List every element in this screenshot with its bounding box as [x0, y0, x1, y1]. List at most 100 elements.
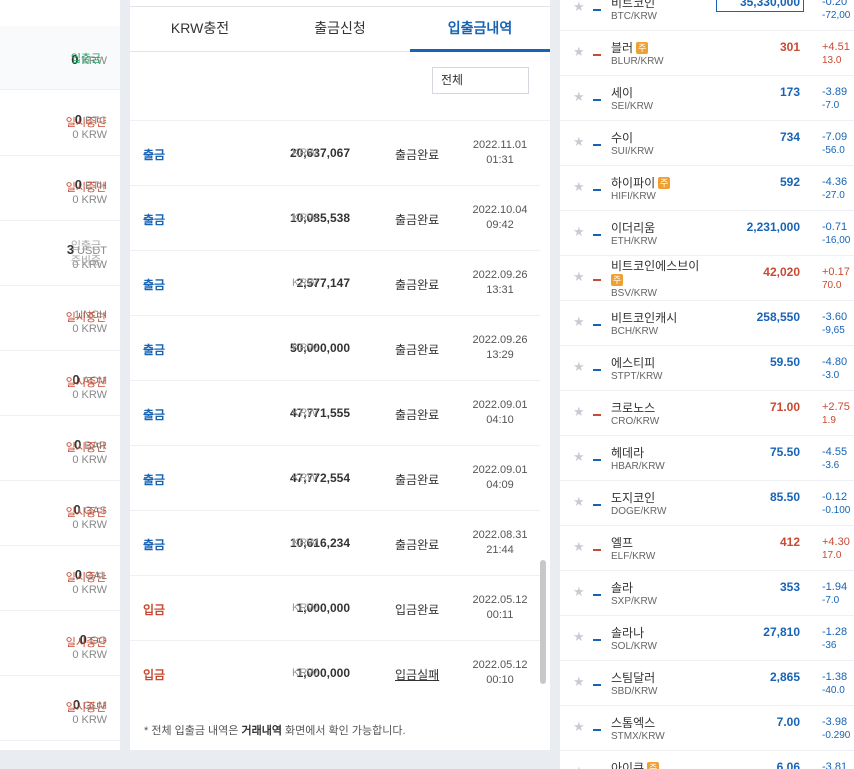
transaction-status: 출금완료 [395, 213, 440, 227]
market-row[interactable]: ★ 엘프 ELF/KRW 412 +4.30 17.0 [560, 526, 854, 571]
market-row[interactable]: ★ 헤데라 HBAR/KRW 75.50 -4.55 -3.6 [560, 436, 854, 481]
transaction-date: 2022.09.26 [472, 269, 528, 281]
coin-price: 734 [779, 130, 800, 144]
favorite-star-icon[interactable]: ★ [573, 629, 585, 645]
coin-change-rate: +0.17 [822, 266, 850, 278]
market-row[interactable]: ★ 비트코인에스브이 주 BSV/KRW 42,020 +0.17 70.0 [560, 256, 854, 301]
coin-change: +2.75 1.9 [822, 400, 850, 428]
trend-mark-icon [593, 54, 601, 56]
market-row[interactable]: ★ 에스티피 STPT/KRW 59.50 -4.80 -3.0 [560, 346, 854, 391]
market-row[interactable]: ★ 수이 SUI/KRW 734 -7.09 -56.0 [560, 121, 854, 166]
transaction-amount: 1,000,000 [296, 601, 350, 615]
balance-row[interactable]: 1INCH 0 KRW 일시중단 [0, 287, 120, 351]
transaction-row[interactable]: 출금 50,000,000 KRW 출금완료 2022.09.26 13:29 [130, 316, 540, 381]
coin-change-amount: -72,00 [822, 10, 851, 21]
favorite-star-icon[interactable]: ★ [573, 494, 585, 510]
coin-change-rate: -0.20 [822, 0, 848, 8]
coin-change-amount: -0.100 [822, 505, 851, 516]
transaction-row[interactable]: 입금 1,000,000 KRW 입금실패 2022.05.12 00:10 [130, 641, 540, 705]
balance-row[interactable]: 0 BAR 0 KRW 일시중단 [0, 417, 120, 481]
transaction-row[interactable]: 출금 20,637,067 KRW 출금완료 2022.11.01 01:31 [130, 121, 540, 186]
transaction-amount: 10,616,234 [289, 536, 350, 550]
coin-name: 엘프 [611, 534, 633, 551]
market-row[interactable]: ★ 스톰엑스 STMX/KRW 7.00 -3.98 -0.290 [560, 706, 854, 751]
transaction-amount: 20,637,067 [289, 146, 350, 160]
market-row[interactable]: ★ 도지코인 DOGE/KRW 85.50 -0.12 -0.100 [560, 481, 854, 526]
balance-row[interactable]: 0 ACM 0 KRW 일시중단 [0, 352, 120, 416]
trend-mark-icon [593, 99, 601, 101]
balance-row[interactable]: 3 USDT 0 KRW 입출금 준비중 [0, 222, 120, 286]
market-row[interactable]: ★ 스팀달러 SBD/KRW 2,865 -1.38 -40.0 [560, 661, 854, 706]
transaction-currency: KRW [292, 212, 318, 224]
transaction-row[interactable]: 출금 10,085,538 KRW 출금완료 2022.10.04 09:42 [130, 186, 540, 251]
market-row[interactable]: ★ 아이큐주 6.06 -3.81 [560, 751, 854, 769]
market-row[interactable]: ★ 블러 주 BLUR/KRW 301 +4.51 13.0 [560, 31, 854, 76]
favorite-star-icon[interactable]: ★ [573, 44, 585, 60]
transaction-status[interactable]: 입금실패 [395, 666, 439, 683]
coin-change-amount: -7.0 [822, 595, 840, 606]
tab-krw-deposit[interactable]: KRW충전 [130, 7, 270, 52]
market-row[interactable]: ★ 세이 SEI/KRW 173 -3.89 -7.0 [560, 76, 854, 121]
favorite-star-icon[interactable]: ★ [573, 89, 585, 105]
filter-row: 전체 [130, 52, 550, 121]
coin-change: +0.17 70.0 [822, 265, 850, 293]
favorite-star-icon[interactable]: ★ [573, 359, 585, 375]
coin-name-text: 이더리움 [611, 221, 656, 235]
deposit-withdraw-panel: KRW충전 출금신청 입출금내역 전체 출금 20,637,067 KRW 출금완료 2… [130, 0, 550, 750]
trend-mark-icon [593, 279, 601, 281]
balance-status: 일시중단 [65, 182, 107, 194]
transaction-row[interactable]: 출금 47,772,554 KRW 출금완료 2022.09.01 04:09 [130, 446, 540, 511]
tab-withdraw-request[interactable]: 출금신청 [270, 7, 410, 52]
transaction-row[interactable]: 입금 1,000,000 KRW 입금완료 2022.05.12 00:11 [130, 576, 540, 641]
balance-row[interactable]: 0 GO 0 KRW 일시중단 [0, 612, 120, 676]
favorite-star-icon[interactable]: ★ [573, 674, 585, 690]
market-row[interactable]: ★ 솔라나 SOL/KRW 27,810 -1.28 -36 [560, 616, 854, 661]
type-filter-select[interactable]: 전체 [432, 67, 529, 94]
balance-row[interactable]: 0 ETH 0 KRW 일시중단 [0, 157, 120, 221]
tab-transaction-history[interactable]: 입출금내역 [410, 7, 550, 52]
transaction-row[interactable]: 출금 10,616,234 KRW 출금완료 2022.08.31 21:44 [130, 511, 540, 576]
balance-row[interactable]: 0 GAS 0 KRW 일시중단 [0, 482, 120, 546]
coin-name: 솔라나 [611, 624, 644, 641]
favorite-star-icon[interactable]: ★ [573, 539, 585, 555]
favorite-star-icon[interactable]: ★ [573, 179, 585, 195]
favorite-star-icon[interactable]: ★ [573, 269, 585, 285]
transaction-currency: KRW [292, 602, 318, 614]
balance-row[interactable]: 0 GLM 0 KRW 일시중단 [0, 677, 120, 741]
coin-pair: SXP/KRW [611, 596, 657, 607]
favorite-star-icon[interactable]: ★ [573, 404, 585, 420]
coin-price: 27,810 [763, 625, 800, 639]
favorite-star-icon[interactable]: ★ [573, 719, 585, 735]
market-row[interactable]: ★ 솔라 SXP/KRW 353 -1.94 -7.0 [560, 571, 854, 616]
coin-change-rate: -1.28 [822, 626, 848, 638]
market-row[interactable]: ★ 이더리움 ETH/KRW 2,231,000 -0.71 -16,00 [560, 211, 854, 256]
favorite-star-icon[interactable]: ★ [573, 764, 585, 769]
market-row[interactable]: ★ 하이파이 주 HIFI/KRW 592 -4.36 -27.0 [560, 166, 854, 211]
transaction-datetime: 2022.05.12 00:11 [460, 593, 540, 623]
balance-row[interactable]: 0 KRW 입출금 [0, 26, 120, 90]
transaction-time: 13:31 [486, 284, 514, 296]
favorite-star-icon[interactable]: ★ [573, 224, 585, 240]
coin-change-amount: -16,00 [822, 235, 851, 246]
transaction-time: 01:31 [486, 154, 514, 166]
balance-status: 일시중단 [65, 312, 107, 324]
coin-change-rate: +2.75 [822, 401, 850, 413]
coin-name: 세이 [611, 84, 633, 101]
favorite-star-icon[interactable]: ★ [573, 314, 585, 330]
favorite-star-icon[interactable]: ★ [573, 134, 585, 150]
coin-change-amount: -40.0 [822, 685, 845, 696]
transaction-row[interactable]: 출금 47,771,555 KRW 출금완료 2022.09.01 04:10 [130, 381, 540, 446]
favorite-star-icon[interactable]: ★ [573, 0, 585, 15]
market-row[interactable]: ★ 크로노스 CRO/KRW 71.00 +2.75 1.9 [560, 391, 854, 436]
market-row[interactable]: ★ 비트코인캐시 BCH/KRW 258,550 -3.60 -9,65 [560, 301, 854, 346]
coin-pair: CRO/KRW [611, 416, 660, 427]
transaction-row[interactable]: 출금 2,577,147 KRW 출금완료 2022.09.26 13:31 [130, 251, 540, 316]
transaction-date: 2022.08.31 [472, 529, 528, 541]
favorite-star-icon[interactable]: ★ [573, 584, 585, 600]
market-row[interactable]: ★ 비트코인 BTC/KRW 35,330,000 -0.20 -72,00 [560, 0, 854, 31]
coin-pair: STPT/KRW [611, 371, 663, 382]
favorite-star-icon[interactable]: ★ [573, 449, 585, 465]
transaction-list-scrollbar[interactable] [540, 560, 546, 684]
balance-row[interactable]: 0 BTC 0 KRW 일시중단 [0, 92, 120, 156]
balance-row[interactable]: 0 GAL 0 KRW 일시중단 [0, 547, 120, 611]
